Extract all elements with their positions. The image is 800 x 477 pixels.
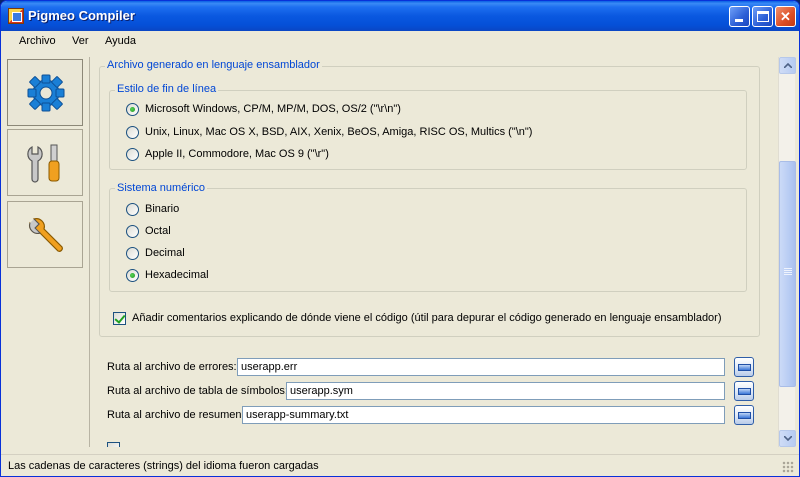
tools-icon [27, 144, 60, 183]
folder-icon [738, 412, 751, 419]
numeric-option-binario[interactable]: Binario [126, 202, 179, 216]
eol-option-label: Microsoft Windows, CP/M, MP/M, DOS, OS/2… [145, 103, 401, 115]
symbols-path-input[interactable] [286, 382, 725, 400]
numeric-option-label: Binario [145, 203, 180, 215]
comments-label: Añadir comentarios explicando de dónde v… [132, 312, 722, 324]
radio-apple[interactable] [126, 147, 139, 161]
close-button[interactable]: ✕ [775, 6, 796, 27]
menu-bar: Archivo Ver Ayuda [1, 31, 799, 51]
scroll-thumb[interactable] [779, 161, 796, 387]
symbols-browse-button[interactable] [734, 381, 754, 401]
partial-checkbox[interactable] [107, 441, 120, 447]
numeric-option-label: Hexadecimal [145, 269, 209, 281]
scroll-up-button[interactable] [779, 57, 796, 74]
radio-decimal[interactable] [126, 246, 139, 260]
vertical-scrollbar[interactable] [778, 57, 796, 447]
app-window: Pigmeo Compiler ✕ Archivo Ver Ayuda Arch… [0, 0, 800, 477]
grip-icon [784, 268, 792, 269]
errors-path-input[interactable] [237, 358, 725, 376]
numeric-option-hexadecimal[interactable]: Hexadecimal [126, 268, 209, 282]
errors-browse-button[interactable] [734, 357, 754, 377]
minimize-icon [735, 19, 743, 22]
minimize-button[interactable] [729, 6, 750, 27]
maximize-icon [757, 11, 769, 22]
status-bar: Las cadenas de caracteres (strings) del … [1, 454, 799, 476]
summary-path-row: Ruta al archivo de resumen: [107, 405, 245, 425]
folder-icon [738, 364, 751, 371]
eol-group-title: Estilo de fin de línea [115, 83, 219, 95]
menu-archivo[interactable]: Archivo [19, 35, 56, 47]
radio-octal[interactable] [126, 224, 139, 238]
window-title: Pigmeo Compiler [28, 8, 135, 23]
summary-browse-button[interactable] [734, 405, 754, 425]
resize-grip-icon[interactable] [782, 461, 794, 473]
radio-hexadecimal[interactable] [126, 268, 139, 282]
partial-next-option[interactable] [107, 441, 126, 447]
eol-option-label: Apple II, Commodore, Mac OS 9 ("\r") [145, 148, 329, 160]
menu-ayuda[interactable]: Ayuda [105, 35, 136, 47]
eol-option-apple[interactable]: Apple II, Commodore, Mac OS 9 ("\r") [126, 147, 329, 161]
comments-option[interactable]: Añadir comentarios explicando de dónde v… [113, 311, 722, 325]
summary-path-input[interactable] [242, 406, 725, 424]
summary-path-label: Ruta al archivo de resumen: [107, 409, 245, 421]
wrench-icon [29, 218, 63, 252]
folder-icon [738, 388, 751, 395]
scroll-down-button[interactable] [779, 430, 796, 447]
errors-path-row: Ruta al archivo de errores: [107, 357, 237, 377]
numeric-option-label: Decimal [145, 247, 185, 259]
close-icon: ✕ [780, 9, 791, 24]
sidebar-item-advanced[interactable] [7, 201, 83, 268]
eol-option-label: Unix, Linux, Mac OS X, BSD, AIX, Xenix, … [145, 126, 533, 138]
sidebar-item-general[interactable] [7, 59, 83, 126]
chevron-down-icon [784, 436, 792, 441]
gear-icon [27, 74, 65, 112]
asm-group-title: Archivo generado en lenguaje ensamblador [105, 59, 322, 71]
radio-unix[interactable] [126, 125, 139, 139]
symbols-path-row: Ruta al archivo de tabla de símbolos: [107, 381, 288, 401]
radio-binario[interactable] [126, 202, 139, 216]
chevron-up-icon [784, 63, 792, 68]
status-text: Las cadenas de caracteres (strings) del … [8, 460, 319, 472]
app-icon [8, 8, 24, 24]
radio-windows[interactable] [126, 102, 139, 116]
maximize-button[interactable] [752, 6, 773, 27]
eol-option-unix[interactable]: Unix, Linux, Mac OS X, BSD, AIX, Xenix, … [126, 125, 532, 139]
sidebar [6, 57, 90, 447]
settings-panel: Archivo generado en lenguaje ensamblador… [93, 57, 777, 447]
numeric-option-decimal[interactable]: Decimal [126, 246, 185, 260]
eol-option-windows[interactable]: Microsoft Windows, CP/M, MP/M, DOS, OS/2… [126, 102, 401, 116]
symbols-path-label: Ruta al archivo de tabla de símbolos: [107, 385, 288, 397]
title-bar[interactable]: Pigmeo Compiler ✕ [1, 1, 799, 31]
sidebar-item-tools[interactable] [7, 129, 83, 196]
numeric-group-title: Sistema numérico [115, 182, 208, 194]
comments-checkbox[interactable] [113, 311, 126, 325]
numeric-option-label: Octal [145, 225, 171, 237]
menu-ver[interactable]: Ver [72, 35, 89, 47]
numeric-option-octal[interactable]: Octal [126, 224, 171, 238]
errors-path-label: Ruta al archivo de errores: [107, 361, 237, 373]
